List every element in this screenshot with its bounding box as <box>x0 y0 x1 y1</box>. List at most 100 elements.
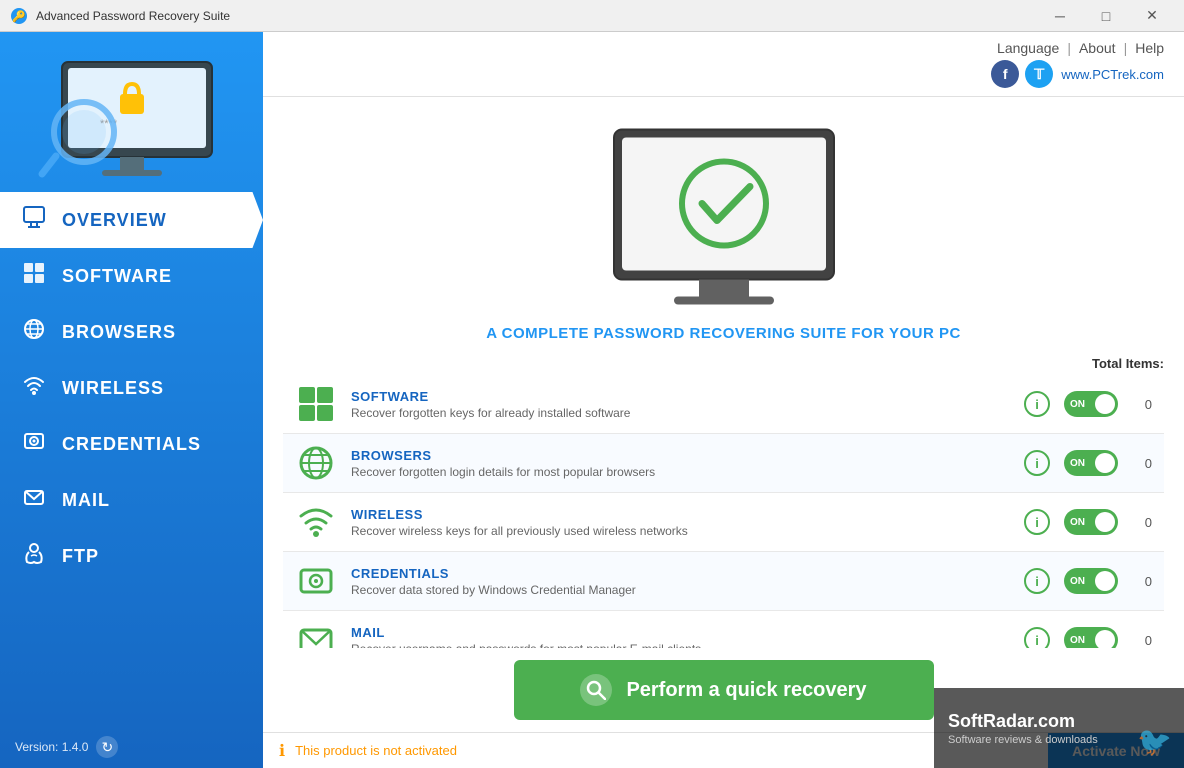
sidebar-item-software[interactable]: SOFTWARE <box>0 248 263 304</box>
sidebar-item-wireless[interactable]: WIRELESS <box>0 360 263 416</box>
sidebar-item-ftp[interactable]: FTP <box>0 528 263 584</box>
refresh-button[interactable]: ↻ <box>96 736 118 758</box>
wireless-row-texts: WIRELESS Recover wireless keys for all p… <box>351 507 1010 538</box>
wireless-item-name: WIRELESS <box>351 507 1010 522</box>
browsers-item-desc: Recover forgotten login details for most… <box>351 465 1010 479</box>
sidebar-item-wireless-label: WIRELESS <box>62 378 164 399</box>
item-row-browsers: BROWSERS Recover forgotten login details… <box>283 434 1164 493</box>
activate-now-button[interactable]: Activate Now <box>1048 733 1184 768</box>
credentials-row-texts: CREDENTIALS Recover data stored by Windo… <box>351 566 1010 597</box>
logo-image: **** <box>32 52 232 182</box>
items-area: Total Items: SOFTWARE Recover forgotten … <box>263 352 1184 648</box>
ftp-icon <box>20 542 48 570</box>
browsers-toggle-label: ON <box>1070 458 1085 469</box>
mail-item-name: MAIL <box>351 625 1010 640</box>
total-items-label: Total Items: <box>1092 356 1164 371</box>
help-link[interactable]: Help <box>1135 40 1164 56</box>
item-row-credentials: CREDENTIALS Recover data stored by Windo… <box>283 552 1164 611</box>
sidebar-item-software-label: SOFTWARE <box>62 266 172 287</box>
software-toggle-label: ON <box>1070 399 1085 410</box>
credentials-count: 0 <box>1132 574 1152 589</box>
credentials-row-icon <box>295 560 337 602</box>
sidebar-item-credentials[interactable]: CREDENTIALS <box>0 416 263 472</box>
sidebar-nav: OVERVIEW SOFTWARE BROWSERS WIRELESS <box>0 192 263 726</box>
minimize-button[interactable]: ─ <box>1038 0 1082 32</box>
maximize-button[interactable]: □ <box>1084 0 1128 32</box>
software-toggle-knob <box>1095 394 1115 414</box>
app-title: Advanced Password Recovery Suite <box>36 9 1038 23</box>
sidebar-item-ftp-label: FTP <box>62 546 99 567</box>
website-link[interactable]: www.PCTrek.com <box>1061 67 1164 82</box>
credentials-item-desc: Recover data stored by Windows Credentia… <box>351 583 1010 597</box>
software-info-button[interactable]: i <box>1024 391 1050 417</box>
browsers-toggle-knob <box>1095 453 1115 473</box>
item-row-wireless: WIRELESS Recover wireless keys for all p… <box>283 493 1164 552</box>
social-icons: f 𝕋 <box>991 60 1053 88</box>
sidebar: **** OVERVIEW SOFTWARE <box>0 32 263 768</box>
sidebar-item-credentials-label: CREDENTIALS <box>62 434 201 455</box>
sidebar-item-overview[interactable]: OVERVIEW <box>0 192 263 248</box>
credentials-toggle[interactable]: ON <box>1064 568 1118 594</box>
software-toggle[interactable]: ON <box>1064 391 1118 417</box>
total-items-row: Total Items: <box>283 352 1164 375</box>
credentials-item-name: CREDENTIALS <box>351 566 1010 581</box>
wireless-toggle[interactable]: ON <box>1064 509 1118 535</box>
mail-row-icon <box>295 619 337 648</box>
status-info-icon: ℹ <box>279 741 285 761</box>
credentials-icon <box>20 430 48 458</box>
hero-monitor-image <box>584 117 864 317</box>
hero-section: A COMPLETE PASSWORD RECOVERING SUITE FOR… <box>263 97 1184 352</box>
sidebar-item-mail[interactable]: MAIL <box>0 472 263 528</box>
close-button[interactable]: ✕ <box>1130 0 1174 32</box>
mail-info-button[interactable]: i <box>1024 627 1050 648</box>
browsers-toggle[interactable]: ON <box>1064 450 1118 476</box>
wireless-info-button[interactable]: i <box>1024 509 1050 535</box>
app-icon: 🔑 <box>10 7 28 25</box>
wireless-row-icon <box>295 501 337 543</box>
quick-recovery-button[interactable]: Perform a quick recovery <box>514 660 934 720</box>
mail-toggle-label: ON <box>1070 635 1085 646</box>
action-area: Perform a quick recovery <box>263 648 1184 732</box>
sidebar-item-mail-label: MAIL <box>62 490 110 511</box>
credentials-toggle-label: ON <box>1070 576 1085 587</box>
wireless-item-desc: Recover wireless keys for all previously… <box>351 524 1010 538</box>
sidebar-item-browsers-label: BROWSERS <box>62 322 176 343</box>
statusbar: ℹ This product is not activated Activate… <box>263 732 1184 768</box>
sep1: | <box>1067 40 1071 56</box>
status-message: This product is not activated <box>295 743 457 758</box>
svg-text:🔑: 🔑 <box>12 9 26 23</box>
mail-toggle[interactable]: ON <box>1064 627 1118 648</box>
software-row-texts: SOFTWARE Recover forgotten keys for alre… <box>351 389 1010 420</box>
overview-icon <box>20 206 48 234</box>
mail-count: 0 <box>1132 633 1152 648</box>
about-link[interactable]: About <box>1079 40 1116 56</box>
software-icon <box>20 262 48 290</box>
main-content: Language | About | Help f 𝕋 www.PCTrek.c… <box>263 32 1184 768</box>
software-item-name: SOFTWARE <box>351 389 1010 404</box>
window-controls: ─ □ ✕ <box>1038 0 1174 32</box>
mail-toggle-knob <box>1095 630 1115 648</box>
browsers-count: 0 <box>1132 456 1152 471</box>
twitter-button[interactable]: 𝕋 <box>1025 60 1053 88</box>
app-body: **** OVERVIEW SOFTWARE <box>0 32 1184 768</box>
hero-tagline: A COMPLETE PASSWORD RECOVERING SUITE FOR… <box>486 325 961 342</box>
browsers-info-button[interactable]: i <box>1024 450 1050 476</box>
search-icon <box>580 674 612 706</box>
item-row-software: SOFTWARE Recover forgotten keys for alre… <box>283 375 1164 434</box>
sidebar-footer: Version: 1.4.0 ↻ <box>0 726 263 768</box>
browsers-row-icon <box>295 442 337 484</box>
facebook-button[interactable]: f <box>991 60 1019 88</box>
browsers-icon <box>20 318 48 346</box>
mail-row-texts: MAIL Recover username and passwords for … <box>351 625 1010 649</box>
credentials-toggle-knob <box>1095 571 1115 591</box>
credentials-info-button[interactable]: i <box>1024 568 1050 594</box>
sep2: | <box>1124 40 1128 56</box>
topbar: Language | About | Help f 𝕋 www.PCTrek.c… <box>263 32 1184 97</box>
language-link[interactable]: Language <box>997 40 1059 56</box>
browsers-item-name: BROWSERS <box>351 448 1010 463</box>
sidebar-item-browsers[interactable]: BROWSERS <box>0 304 263 360</box>
wireless-icon <box>20 374 48 402</box>
mail-icon <box>20 486 48 514</box>
version-label: Version: 1.4.0 <box>15 740 88 754</box>
browsers-row-texts: BROWSERS Recover forgotten login details… <box>351 448 1010 479</box>
